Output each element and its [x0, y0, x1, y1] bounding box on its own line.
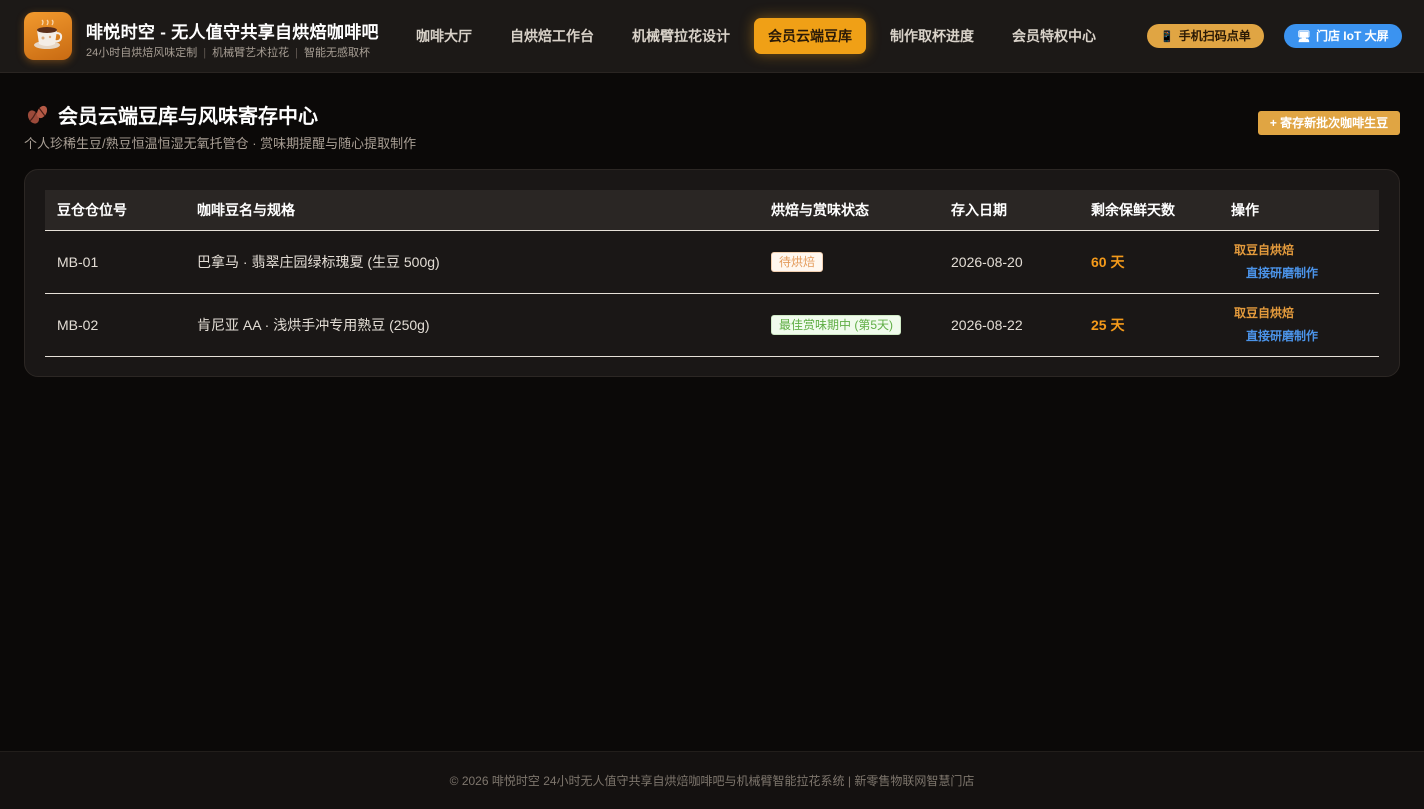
phone-icon: 📱 — [1160, 31, 1174, 43]
col-header-name: 咖啡豆名与规格 — [185, 190, 759, 231]
bean-vault-table: 豆仓仓位号 咖啡豆名与规格 烘焙与赏味状态 存入日期 剩余保鲜天数 操作 MB-… — [45, 190, 1379, 357]
status-badge: 最佳赏味期中 (第5天) — [771, 314, 902, 335]
brand-sub-item: 智能无感取杯 — [303, 47, 370, 59]
footer-text: © 2026 啡悦时空 24小时无人值守共享自烘焙咖啡吧与机械臂智能拉花系统 |… — [449, 774, 975, 788]
nav-member-privileges[interactable]: 会员特权中心 — [998, 18, 1110, 54]
status-badge: 待烘焙 — [771, 251, 824, 272]
slot-cell: MB-01 — [45, 230, 185, 294]
col-header-actions: 操作 — [1219, 190, 1379, 231]
col-header-status: 烘焙与赏味状态 — [759, 190, 939, 231]
brand-sub-item: 24小时自烘焙风味定制 — [86, 47, 198, 59]
actions-cell: 取豆自烘焙 直接研磨制作 — [1219, 293, 1379, 357]
scan-order-label: 手机扫码点单 — [1178, 29, 1251, 43]
actions-cell: 取豆自烘焙 直接研磨制作 — [1219, 230, 1379, 294]
brand-subtitle: 24小时自烘焙风味定制 | 机械臂艺术拉花 | 智能无感取杯 — [86, 44, 370, 60]
brand-logo[interactable] — [24, 12, 72, 60]
grind-directly-link[interactable]: 直接研磨制作 — [1234, 263, 1379, 283]
grind-directly-link[interactable]: 直接研磨制作 — [1234, 326, 1379, 346]
monitor-icon: 🖥 — [1297, 31, 1311, 43]
date-cell: 2026-08-22 — [939, 293, 1079, 357]
footer: © 2026 啡悦时空 24小时无人值守共享自烘焙咖啡吧与机械臂智能拉花系统 |… — [0, 751, 1424, 809]
brand-sub-item: 机械臂艺术拉花 — [212, 47, 290, 59]
take-beans-roast-link[interactable]: 取豆自烘焙 — [1234, 303, 1379, 323]
bean-name-cell: 肯尼亚 AA · 浅烘手冲专用熟豆 (250g) — [185, 293, 759, 357]
coffee-cup-icon — [34, 19, 63, 49]
days-cell: 60 天 — [1079, 230, 1219, 294]
page-title-text: 会员云端豆库与风味寄存中心 — [58, 106, 318, 128]
iot-screen-button[interactable]: 🖥 门店 IoT 大屏 — [1284, 24, 1402, 48]
nav-coffee-hall[interactable]: 咖啡大厅 — [402, 18, 486, 54]
iot-screen-label: 门店 IoT 大屏 — [1315, 29, 1389, 43]
col-header-date: 存入日期 — [939, 190, 1079, 231]
nav-latte-art-design[interactable]: 机械臂拉花设计 — [618, 18, 744, 54]
divider: | — [295, 47, 298, 59]
divider: | — [203, 47, 207, 59]
bean-vault-card: 豆仓仓位号 咖啡豆名与规格 烘焙与赏味状态 存入日期 剩余保鲜天数 操作 MB-… — [24, 169, 1400, 377]
nav-cloud-bean-vault[interactable]: 会员云端豆库 — [754, 18, 866, 54]
table-row: MB-01 巴拿马 · 翡翠庄园绿标瑰夏 (生豆 500g) 待烘焙 2026-… — [45, 230, 1379, 294]
scan-order-button[interactable]: 📱 手机扫码点单 — [1147, 24, 1264, 48]
days-cell: 25 天 — [1079, 293, 1219, 357]
remaining-days: 60 天 — [1091, 253, 1125, 270]
nav-roasting-workbench[interactable]: 自烘焙工作台 — [496, 18, 608, 54]
bean-name-cell: 巴拿马 · 翡翠庄园绿标瑰夏 (生豆 500g) — [185, 230, 759, 294]
nav-order-progress[interactable]: 制作取杯进度 — [876, 18, 988, 54]
page-title: 会员云端豆库与风味寄存中心 — [26, 100, 318, 132]
col-header-slot: 豆仓仓位号 — [45, 190, 185, 231]
status-cell: 待烘焙 — [759, 230, 939, 294]
col-header-days: 剩余保鲜天数 — [1079, 190, 1219, 231]
slot-cell: MB-02 — [45, 293, 185, 357]
date-cell: 2026-08-20 — [939, 230, 1079, 294]
table-header-row: 豆仓仓位号 咖啡豆名与规格 烘焙与赏味状态 存入日期 剩余保鲜天数 操作 — [45, 190, 1379, 231]
page-subtitle: 个人珍稀生豆/熟豆恒温恒湿无氧托管仓 · 赏味期提醒与随心提取制作 — [24, 136, 417, 151]
table-row: MB-02 肯尼亚 AA · 浅烘手冲专用熟豆 (250g) 最佳赏味期中 (第… — [45, 293, 1379, 357]
take-beans-roast-link[interactable]: 取豆自烘焙 — [1234, 240, 1379, 260]
status-cell: 最佳赏味期中 (第5天) — [759, 293, 939, 357]
remaining-days: 25 天 — [1091, 316, 1125, 333]
coffee-bean-icon — [26, 104, 50, 132]
deposit-new-beans-button[interactable]: + 寄存新批次咖啡生豆 — [1258, 111, 1400, 135]
main-nav: 咖啡大厅 自烘焙工作台 机械臂拉花设计 会员云端豆库 制作取杯进度 会员特权中心 — [402, 18, 1120, 54]
top-navigation-bar: 啡悦时空 - 无人值守共享自烘焙咖啡吧 24小时自烘焙风味定制 | 机械臂艺术拉花 |… — [0, 0, 1424, 73]
brand-title: 啡悦时空 - 无人值守共享自烘焙咖啡吧 — [86, 23, 379, 42]
